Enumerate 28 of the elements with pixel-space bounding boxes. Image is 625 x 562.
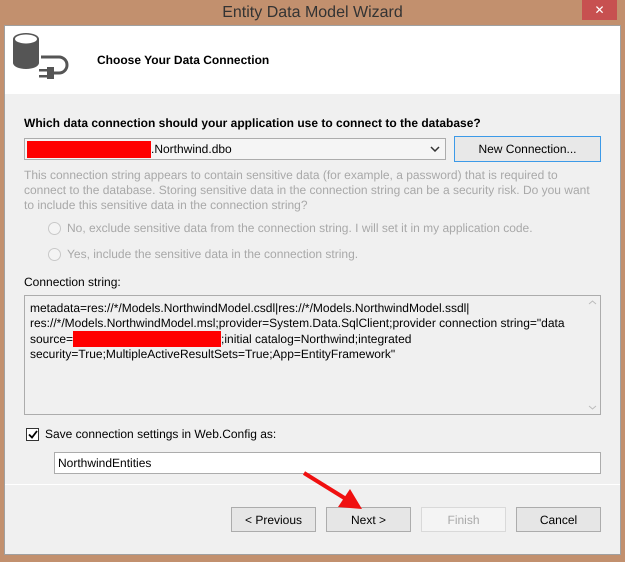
- connection-string-textarea[interactable]: [24, 295, 601, 415]
- wizard-button[interactable]: < Previous: [231, 507, 316, 532]
- connection-dropdown[interactable]: .Northwind.dbo: [24, 138, 446, 160]
- checkmark-icon: [28, 430, 38, 438]
- connection-string-text: security=True;MultipleActiveResultSets=True;App=EntityFramework": [30, 347, 396, 362]
- connection-string-text: metadata=res://*/Models.NorthwindModel.csdl|res://*/Models.NorthwindModel.ssdl|: [30, 301, 470, 316]
- chevron-down-icon: [430, 146, 440, 152]
- connection-string-label: Connection string:: [24, 274, 122, 291]
- question-label: Which data connection should your application use to connect to the database?: [24, 115, 482, 132]
- wizard-button[interactable]: Next >: [326, 507, 411, 532]
- entity-name-field[interactable]: NorthwindEntities: [54, 452, 601, 474]
- sensitive-data-notice: This connection string appears to contain sensitive data (for example, a password) that is required to connect to the database. Storing sensitive data in the connection string can be a security risk. Do you want to include this sensitive data in the connection string?: [24, 168, 591, 213]
- connection-string-text: source=: [30, 332, 74, 346]
- new-connection-button[interactable]: New Connection...: [454, 136, 601, 162]
- page-heading: Choose Your Data Connection: [97, 52, 270, 69]
- save-settings-label: Save connection settings in Web.Config as:: [45, 426, 276, 443]
- wizard-button[interactable]: Cancel: [516, 507, 601, 532]
- radio-label: Yes, include the sensitive data in the connection string.: [67, 246, 358, 263]
- dropdown-value: .Northwind.dbo: [151, 141, 233, 158]
- checkbox[interactable]: [26, 428, 39, 440]
- chevron-down-icon: [588, 405, 596, 410]
- arrow-annotation: [302, 471, 364, 511]
- chevron-up-icon: [588, 300, 596, 305]
- window-title: Entity Data Model Wizard: [222, 2, 403, 22]
- close-button[interactable]: ✕: [582, 0, 617, 20]
- connection-string-text: res://*/Models.NorthwindModel.msl;provider=System.Data.SqlClient;provider connection string="data: [30, 316, 565, 331]
- connection-string-text: ;initial catalog=Northwind;integrated: [221, 332, 412, 346]
- radio-label: No, exclude sensitive data from the connection string. I will set it in my application code.: [67, 220, 533, 237]
